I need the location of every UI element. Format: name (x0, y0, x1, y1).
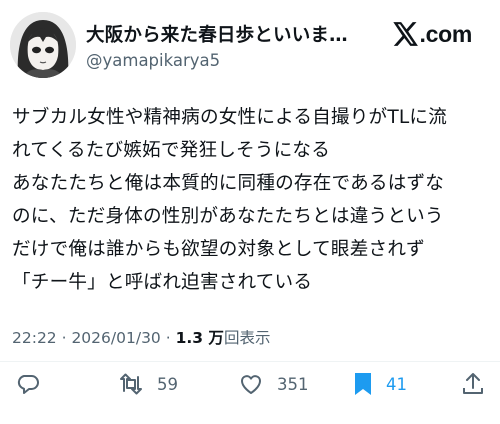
repost-button[interactable]: 59 (118, 370, 178, 398)
post-meta: 22:22 · 2026/01/30 · 1.3 万回表示 (12, 326, 270, 348)
bookmark-count: 41 (386, 374, 407, 394)
repost-count: 59 (157, 374, 178, 394)
like-button[interactable]: 351 (238, 370, 309, 398)
views-count: 1.3 万 (175, 329, 224, 347)
author-handle[interactable]: @yamapikarya5 (86, 51, 220, 70)
share-button[interactable] (462, 370, 484, 398)
share-icon (462, 372, 484, 396)
views-label: 回表示 (223, 329, 271, 347)
x-domain-text: .com (419, 21, 473, 47)
reply-icon (16, 372, 40, 396)
like-count: 351 (277, 374, 309, 394)
reply-button[interactable] (16, 370, 40, 398)
avatar[interactable] (10, 12, 76, 78)
post-timestamp[interactable]: 22:22 · 2026/01/30 · (12, 329, 176, 347)
x-brand: .com (392, 21, 473, 47)
repost-icon (118, 372, 144, 396)
post-header: 大阪から来た春日歩といいま… @yamapikarya5 .com (10, 12, 490, 82)
bookmark-filled-icon (353, 372, 373, 396)
action-bar: 59 351 41 (0, 366, 500, 402)
divider (0, 361, 500, 362)
post-text: サブカル女性や精神病の女性による自撮りがTLに流 れてくるたび嫉妬で発狂しそうに… (12, 107, 448, 293)
like-icon (238, 372, 264, 396)
x-logo-icon (392, 22, 419, 46)
bookmark-button[interactable]: 41 (353, 370, 407, 398)
author-display-name[interactable]: 大阪から来た春日歩といいま… (86, 21, 348, 47)
